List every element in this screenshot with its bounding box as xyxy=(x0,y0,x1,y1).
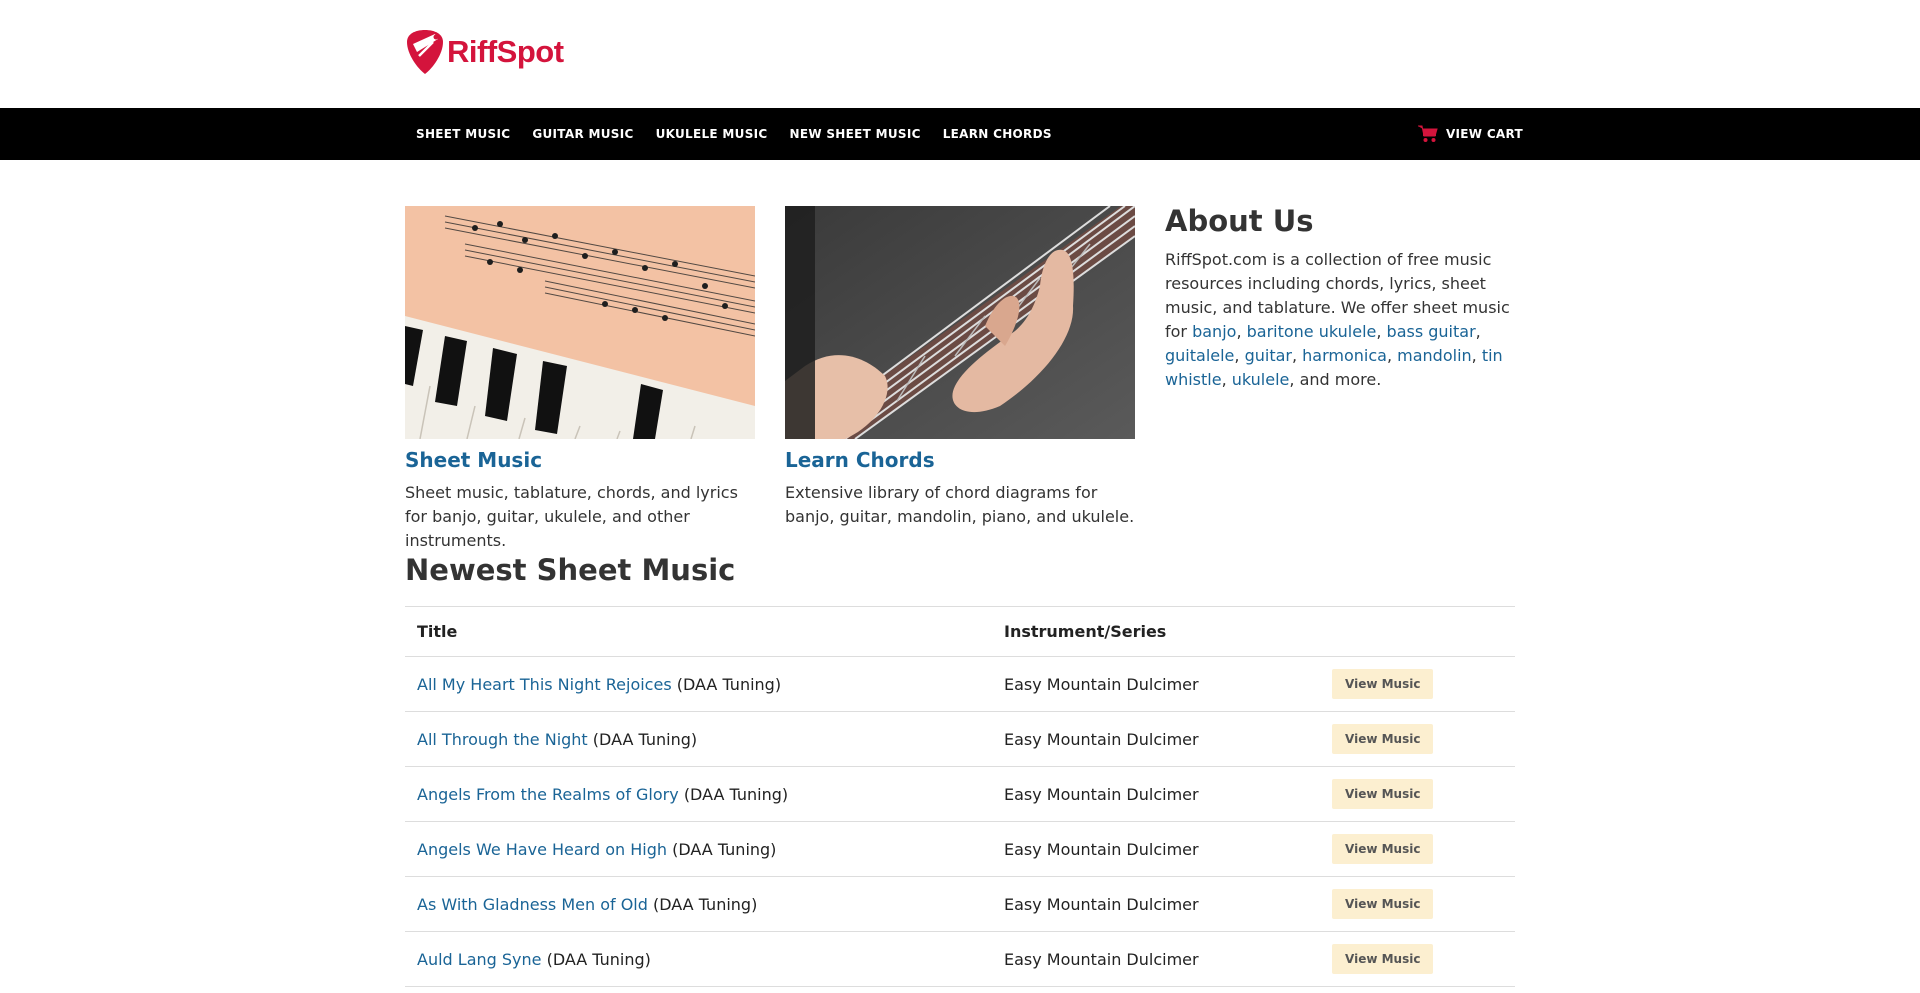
learn-chords-card: Learn Chords Extensive library of chord … xyxy=(785,196,1136,529)
instrument-cell: Easy Mountain Dulcimer xyxy=(992,931,1320,987)
instrument-cell: Easy Mountain Dulcimer xyxy=(992,766,1320,822)
nav-item-ukulele-music[interactable]: UKULELE MUSIC xyxy=(645,108,779,160)
table-row: Angels We Have Heard on High (DAA Tuning… xyxy=(405,821,1515,877)
column-header-title: Title xyxy=(405,606,992,657)
about-outro: , and more. xyxy=(1289,370,1382,389)
nav-item-sheet-music[interactable]: SHEET MUSIC xyxy=(405,108,521,160)
song-title-link[interactable]: Angels We Have Heard on High xyxy=(417,840,667,859)
sheet-music-card-title[interactable]: Sheet Music xyxy=(405,448,755,472)
nav-item-guitar-music[interactable]: GUITAR MUSIC xyxy=(521,108,644,160)
about-section: About Us RiffSpot.com is a collection of… xyxy=(1165,204,1525,392)
song-title-suffix: (DAA Tuning) xyxy=(683,784,789,804)
sheet-music-card-description: Sheet music, tablature, chords, and lyri… xyxy=(405,483,738,550)
site-header: RiffSpot xyxy=(0,0,1920,108)
action-cell: View Music xyxy=(1320,766,1515,822)
nav-item-new-sheet-music[interactable]: NEW SHEET MUSIC xyxy=(779,108,932,160)
song-title-link[interactable]: Angels From the Realms of Glory xyxy=(417,785,679,804)
about-link-banjo[interactable]: banjo xyxy=(1192,322,1236,341)
song-title-suffix: (DAA Tuning) xyxy=(546,949,651,969)
about-link-harmonica[interactable]: harmonica xyxy=(1302,346,1387,365)
table-row: All Through the Night (DAA Tuning) Easy … xyxy=(405,711,1515,767)
action-cell: View Music xyxy=(1320,711,1515,767)
learn-chords-image[interactable] xyxy=(785,196,1136,443)
title-cell: All My Heart This Night Rejoices (DAA Tu… xyxy=(405,656,992,712)
view-music-button[interactable]: View Music xyxy=(1332,724,1434,754)
column-header-instrument: Instrument/Series xyxy=(992,606,1320,657)
song-title-suffix: (DAA Tuning) xyxy=(676,674,782,694)
view-music-button[interactable]: View Music xyxy=(1332,669,1434,699)
main-navbar: SHEET MUSIC GUITAR MUSIC UKULELE MUSIC N… xyxy=(0,108,1920,160)
song-title-suffix: (DAA Tuning) xyxy=(672,839,777,859)
about-link-bass-guitar[interactable]: bass guitar xyxy=(1387,322,1476,341)
guitar-pick-logo-icon xyxy=(407,30,443,74)
learn-chords-card-title[interactable]: Learn Chords xyxy=(785,448,1135,472)
view-music-button[interactable]: View Music xyxy=(1332,944,1434,974)
table-header-row: Title Instrument/Series xyxy=(405,606,1515,657)
title-cell: Auld Lang Syne (DAA Tuning) xyxy=(405,931,992,987)
action-cell: View Music xyxy=(1320,821,1515,877)
song-title-link[interactable]: All My Heart This Night Rejoices xyxy=(417,675,672,694)
site-logo-text: RiffSpot xyxy=(447,34,564,69)
about-link-guitar[interactable]: guitar xyxy=(1245,346,1292,365)
title-cell: Angels We Have Heard on High (DAA Tuning… xyxy=(405,821,992,877)
newest-sheet-music-table: Title Instrument/Series All My Heart Thi… xyxy=(405,606,1515,987)
table-row: All My Heart This Night Rejoices (DAA Tu… xyxy=(405,656,1515,712)
song-title-link[interactable]: As With Gladness Men of Old xyxy=(417,895,648,914)
about-link-mandolin[interactable]: mandolin xyxy=(1397,346,1472,365)
site-logo[interactable]: RiffSpot xyxy=(405,28,564,76)
table-row: Auld Lang Syne (DAA Tuning) Easy Mountai… xyxy=(405,931,1515,987)
about-text: RiffSpot.com is a collection of free mus… xyxy=(1165,250,1510,389)
song-title-link[interactable]: Auld Lang Syne xyxy=(417,950,541,969)
learn-chords-card-description: Extensive library of chord diagrams for … xyxy=(785,483,1135,526)
view-cart-label: VIEW CART xyxy=(1445,127,1523,141)
action-cell: View Music xyxy=(1320,876,1515,932)
view-cart-link[interactable]: VIEW CART xyxy=(1417,108,1523,160)
shopping-cart-icon xyxy=(1417,125,1438,142)
about-heading: About Us xyxy=(1165,204,1314,238)
instrument-cell: Easy Mountain Dulcimer xyxy=(992,876,1320,932)
view-music-button[interactable]: View Music xyxy=(1332,779,1434,809)
about-link-baritone-ukulele[interactable]: baritone ukulele xyxy=(1247,322,1377,341)
instrument-cell: Easy Mountain Dulcimer xyxy=(992,821,1320,877)
action-cell: View Music xyxy=(1320,931,1515,987)
sheet-music-image[interactable] xyxy=(405,206,756,443)
song-title-suffix: (DAA Tuning) xyxy=(653,894,758,914)
guitar-fretboard-image xyxy=(785,196,1136,440)
title-cell: All Through the Night (DAA Tuning) xyxy=(405,711,992,767)
view-music-button[interactable]: View Music xyxy=(1332,889,1434,919)
column-header-action xyxy=(1320,606,1515,657)
nav-item-learn-chords[interactable]: LEARN CHORDS xyxy=(932,108,1063,160)
about-link-guitalele[interactable]: guitalele xyxy=(1165,346,1234,365)
instrument-cell: Easy Mountain Dulcimer xyxy=(992,711,1320,767)
about-link-ukulele[interactable]: ukulele xyxy=(1232,370,1290,389)
song-title-suffix: (DAA Tuning) xyxy=(592,729,698,749)
action-cell: View Music xyxy=(1320,656,1515,712)
song-title-link[interactable]: All Through the Night xyxy=(417,730,588,749)
title-cell: Angels From the Realms of Glory (DAA Tun… xyxy=(405,766,992,822)
table-row: Angels From the Realms of Glory (DAA Tun… xyxy=(405,766,1515,822)
instrument-cell: Easy Mountain Dulcimer xyxy=(992,656,1320,712)
newest-sheet-music-heading: Newest Sheet Music xyxy=(405,553,736,587)
table-row: As With Gladness Men of Old (DAA Tuning)… xyxy=(405,876,1515,932)
sheet-music-card: Sheet Music Sheet music, tablature, chor… xyxy=(405,206,756,553)
title-cell: As With Gladness Men of Old (DAA Tuning) xyxy=(405,876,992,932)
view-music-button[interactable]: View Music xyxy=(1332,834,1434,864)
nav-menu: SHEET MUSIC GUITAR MUSIC UKULELE MUSIC N… xyxy=(405,108,1063,160)
sheet-music-piano-image xyxy=(405,206,756,440)
